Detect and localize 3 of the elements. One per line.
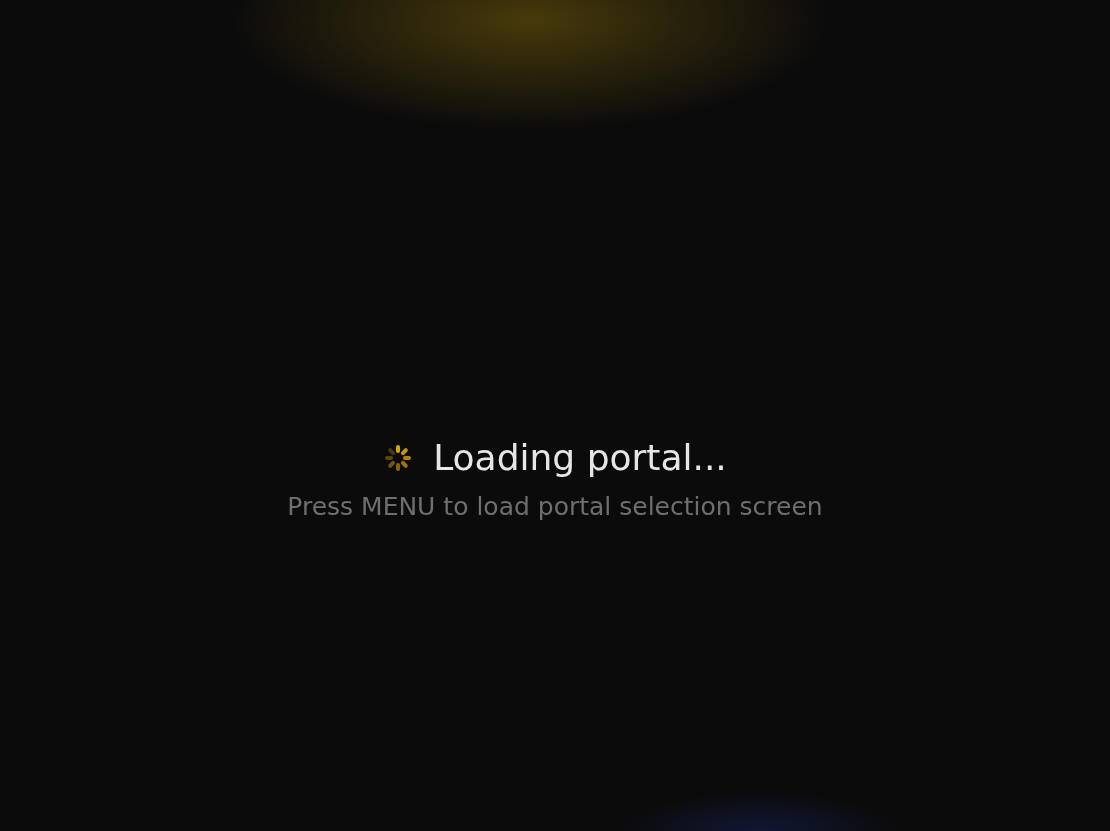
spinner-icon <box>383 442 414 473</box>
loading-title: Loading portal... <box>433 437 727 478</box>
loading-hint: Press MENU to load portal selection screen <box>287 492 823 521</box>
